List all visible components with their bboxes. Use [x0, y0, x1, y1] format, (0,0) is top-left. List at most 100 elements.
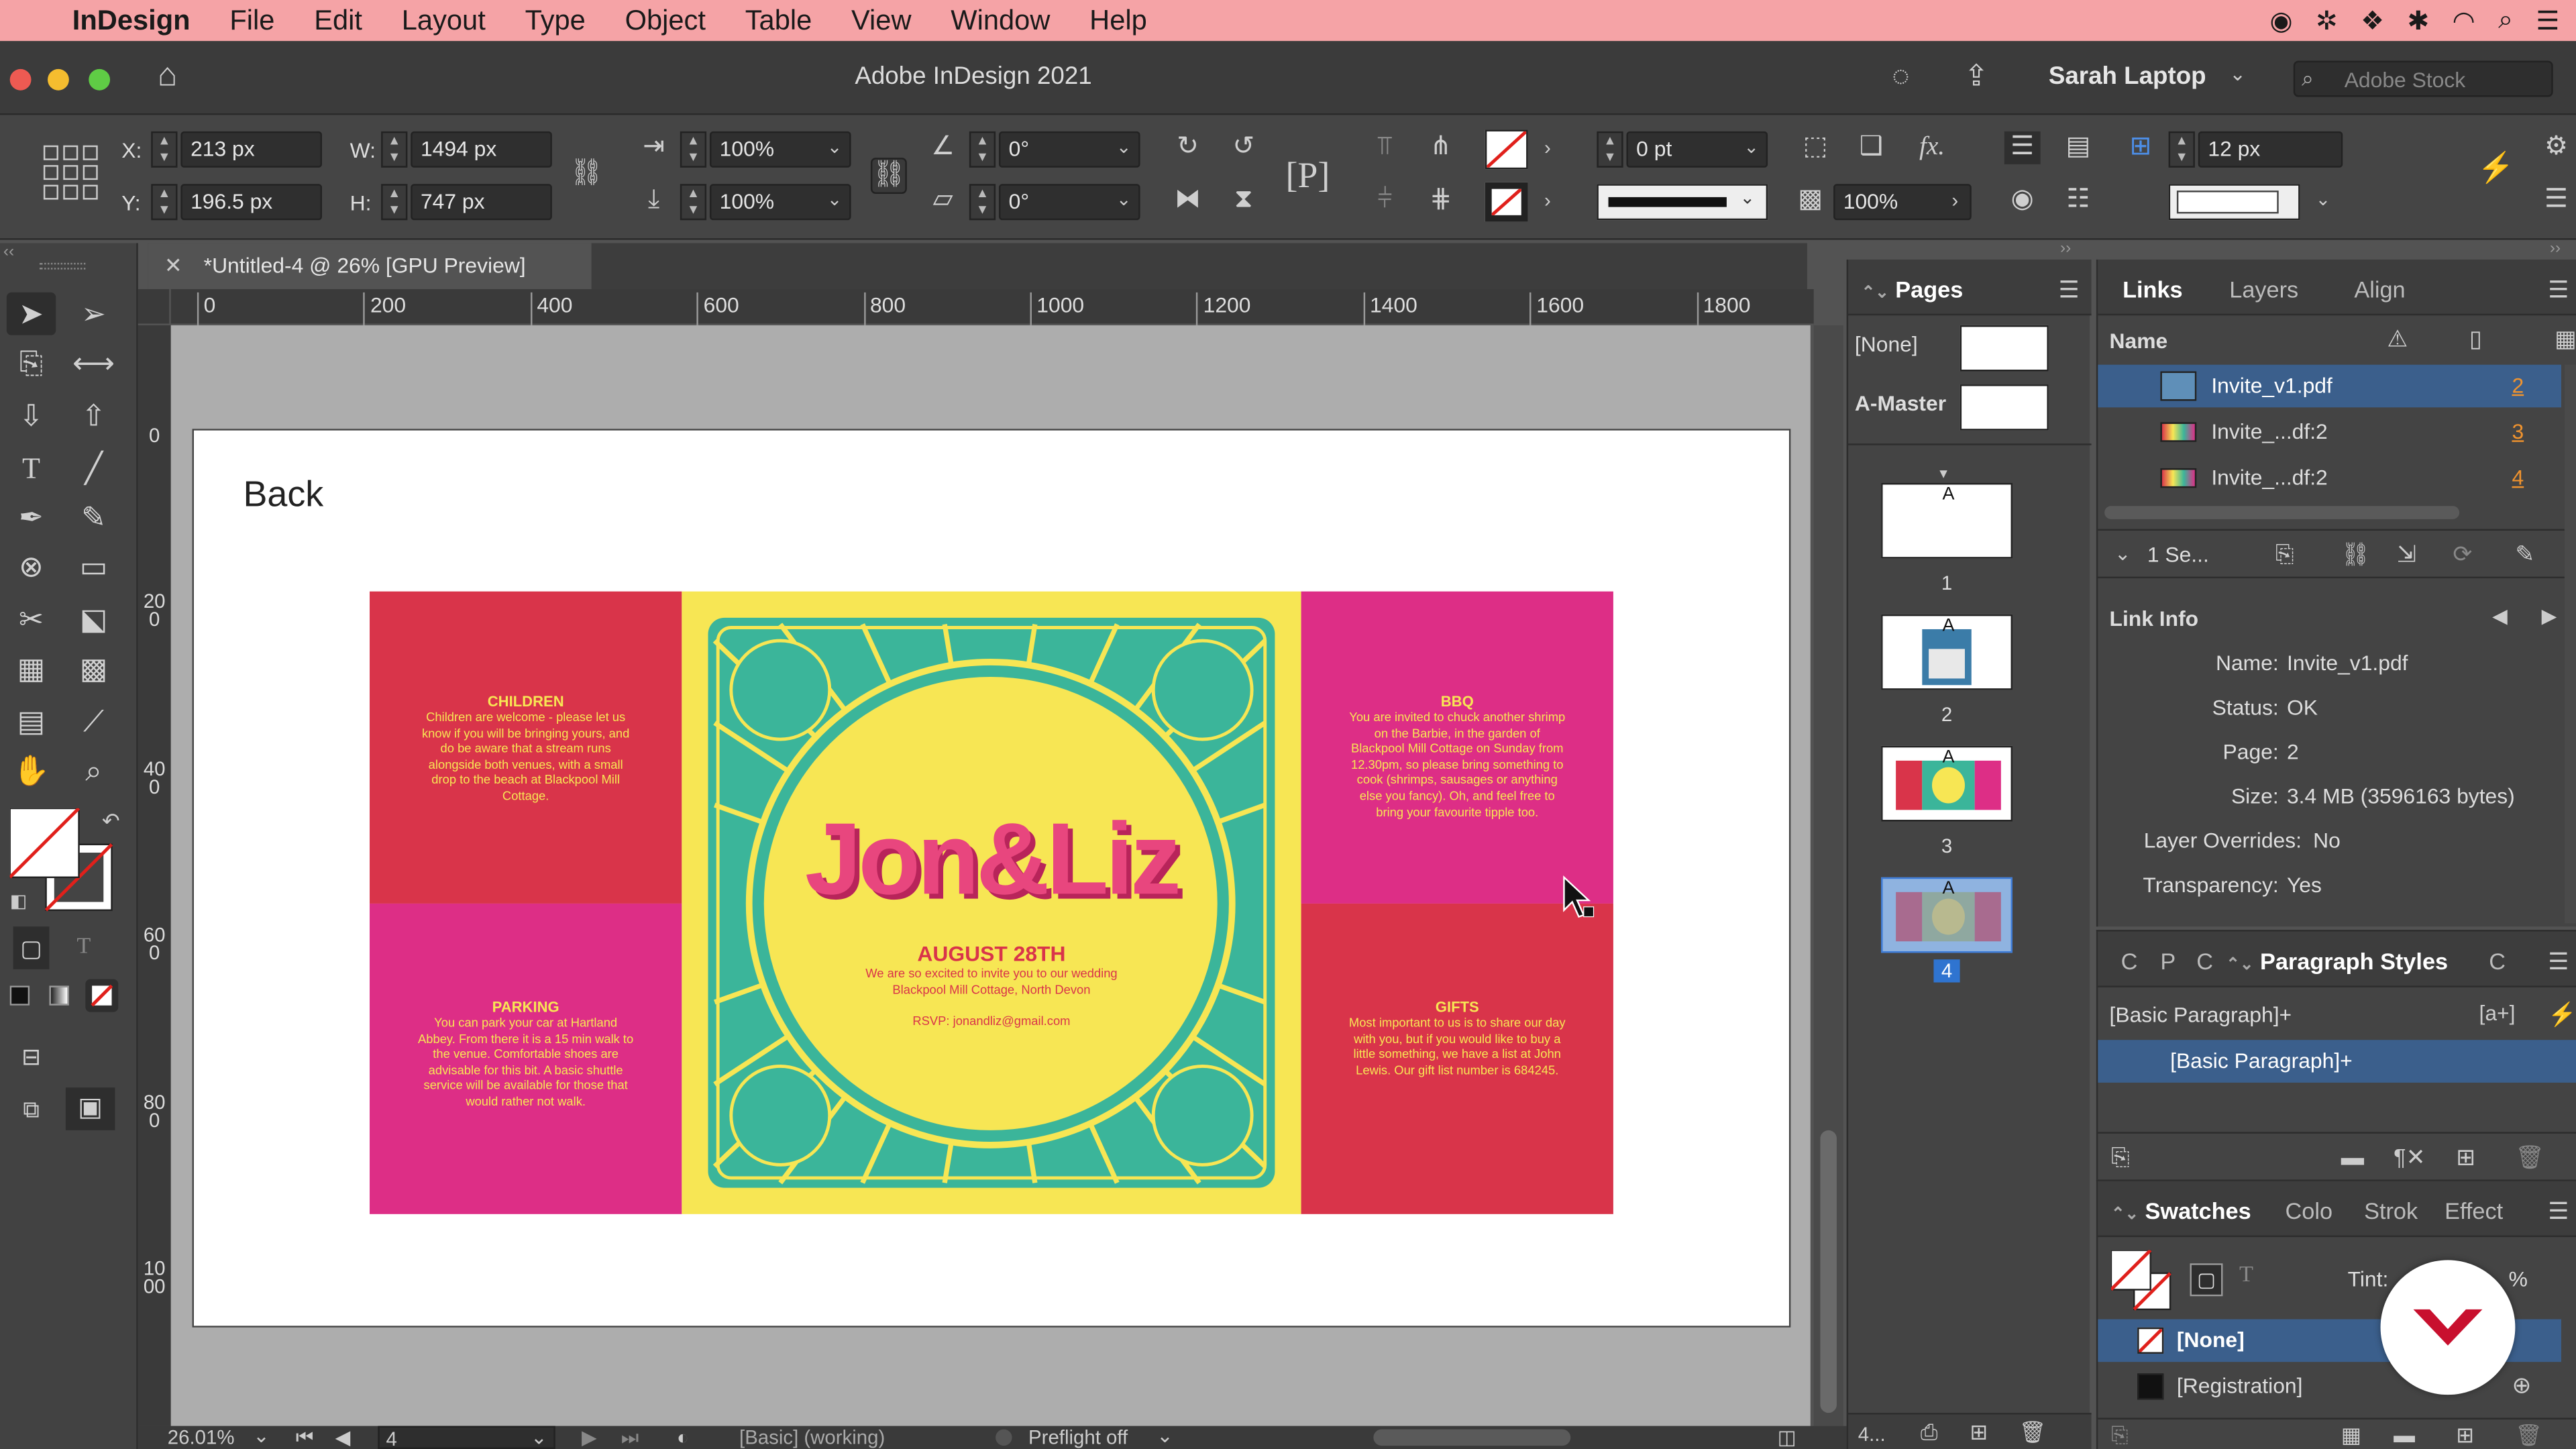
cc-libraries-tab[interactable]: C	[2196, 948, 2213, 974]
stroke-swatch[interactable]	[1485, 182, 1528, 222]
constrain-proportions-icon[interactable]: ⛓	[568, 158, 604, 191]
collapse-right-panels-icon[interactable]: ››	[2550, 240, 2561, 258]
apply-none-icon[interactable]	[85, 979, 119, 1012]
vertical-ruler[interactable]: 0 200 400 600 800 1000	[138, 325, 171, 1426]
clear-overrides-icon[interactable]: ¶✕	[2394, 1143, 2425, 1171]
fill-swatch[interactable]	[1485, 129, 1528, 170]
collapse-panels-icon[interactable]: ››	[2060, 240, 2071, 258]
preflight-dropdown-icon[interactable]: ⌄	[1157, 1424, 1173, 1447]
line-tool-icon[interactable]: ╱	[69, 447, 118, 490]
pen-tool-icon[interactable]: ✒	[7, 496, 56, 539]
link-row-1[interactable]: Invite_v1.pdf 2	[2098, 364, 2561, 408]
links-name-column-header[interactable]: Name	[2109, 329, 2167, 354]
scale-x-stepper[interactable]: ▲ ▼	[680, 131, 707, 168]
drop-shadow-icon[interactable]: ❑	[1853, 131, 1889, 164]
links-panel-menu-icon[interactable]: ☰	[2548, 276, 2569, 304]
rectangle-tool-icon[interactable]: ▭	[69, 545, 118, 588]
menu-layout[interactable]: Layout	[382, 4, 505, 37]
text-wrap-shape-icon[interactable]: ◉	[2004, 184, 2041, 217]
update-link-icon[interactable]: ⟳	[2453, 541, 2472, 569]
constrain-scale-icon[interactable]: ⛓	[870, 158, 907, 194]
character-styles-tab[interactable]: C	[2489, 948, 2506, 974]
menu-edit[interactable]: Edit	[294, 4, 382, 37]
page-thumb-1[interactable]: A	[1881, 483, 2013, 559]
frame-fitting-icon[interactable]: ⬚	[1797, 131, 1833, 164]
content-placer-icon[interactable]: ⇧	[69, 394, 118, 437]
stroke-dropdown-icon[interactable]: ›	[1534, 184, 1560, 217]
x-field[interactable]: 213 px	[180, 131, 323, 168]
stroke-tab[interactable]: Strok	[2364, 1197, 2418, 1224]
split-view-icon[interactable]: ◫	[1778, 1426, 1796, 1449]
object-style-preview[interactable]	[2168, 184, 2300, 221]
w-stepper[interactable]: ▲ ▼	[381, 131, 408, 168]
stroke-type-selector[interactable]: ⌄	[1597, 184, 1768, 221]
status-icon[interactable]: ✲	[2316, 4, 2338, 37]
paragraph-styles-menu-icon[interactable]: ☰	[2548, 948, 2569, 976]
none-master-label[interactable]: [None]	[1855, 332, 1918, 357]
page-number-field[interactable]: 4 ⌄	[378, 1426, 555, 1449]
y-stepper[interactable]: ▲ ▼	[151, 184, 178, 221]
links-page-column-icon[interactable]: ▯	[2469, 325, 2482, 354]
stroke-weight-stepper[interactable]: ▲ ▼	[1597, 131, 1623, 168]
quick-apply-icon[interactable]: ⚡	[2477, 151, 2514, 184]
content-collector-icon[interactable]: ⇩	[7, 394, 56, 437]
normal-mode-icon[interactable]: ⧉	[7, 1087, 56, 1130]
go-to-link-icon[interactable]: ⇲	[2397, 541, 2416, 569]
hand-tool-icon[interactable]: ✋	[7, 749, 56, 792]
swatches-tab[interactable]: ⌃⌄ Swatches	[2111, 1197, 2251, 1224]
menu-type[interactable]: Type	[505, 4, 605, 37]
menu-table[interactable]: Table	[725, 4, 831, 37]
delete-page-icon[interactable]: 🗑	[2019, 1419, 2046, 1446]
character-tab[interactable]: C	[2121, 948, 2138, 974]
screen-mode-grid-icon[interactable]: ⊟	[7, 1035, 56, 1078]
effects-fx-icon[interactable]: fx.	[1913, 131, 1952, 164]
note-tool-icon[interactable]: ▤	[7, 700, 56, 743]
edit-original-icon[interactable]: ✎	[2515, 541, 2534, 569]
h-stepper[interactable]: ▲ ▼	[381, 184, 408, 221]
page-tool-icon[interactable]: ⎘	[7, 341, 56, 384]
text-wrap-jump-icon[interactable]: ☷	[2060, 184, 2096, 217]
page-thumb-4[interactable]: A	[1881, 877, 2013, 953]
shear-stepper[interactable]: ▲ ▼	[969, 184, 996, 221]
h-field[interactable]: 747 px	[411, 184, 552, 221]
lightbulb-icon[interactable]: ◌	[1883, 59, 1919, 92]
settings-gear-icon[interactable]: ⚙	[2540, 131, 2573, 164]
text-wrap-box-icon[interactable]: ▤	[2060, 131, 2096, 164]
previous-page-icon[interactable]: ◀	[335, 1426, 351, 1449]
paragraph-tab[interactable]: P	[2160, 948, 2176, 974]
link-row-3[interactable]: Invite_...df:2 4	[2098, 457, 2561, 500]
zoom-level[interactable]: 26.01%	[168, 1426, 235, 1449]
open-page-icon[interactable]: ◐	[677, 1426, 689, 1449]
rotate-stepper[interactable]: ▲ ▼	[969, 131, 996, 168]
new-paragraph-style-icon[interactable]: ⊞	[2456, 1143, 2475, 1171]
flip-vertical-icon[interactable]: ⧗	[1226, 184, 1262, 217]
style-override-icon[interactable]: ⎘	[2111, 1143, 2129, 1171]
share-icon[interactable]: ⇪	[1958, 59, 1994, 92]
document-tab[interactable]: ✕ *Untitled-4 @ 26% [GPU Preview]	[148, 243, 592, 290]
tools-grip[interactable]	[39, 262, 86, 270]
text-wrap-none-icon[interactable]: ☰	[2004, 131, 2041, 164]
swatches-menu-icon[interactable]: ☰	[2548, 1197, 2569, 1226]
rectangle-frame-tool-icon[interactable]: ⊗	[7, 545, 56, 588]
expand-selection-icon[interactable]: ⌄	[2114, 542, 2131, 565]
free-transform-tool-icon[interactable]: ⬕	[69, 598, 118, 641]
collapse-tools-icon[interactable]: ‹‹	[3, 243, 14, 261]
fill-dropdown-icon[interactable]: ›	[1534, 131, 1560, 164]
zoom-dropdown-icon[interactable]: ⌄	[253, 1424, 270, 1447]
menu-help[interactable]: Help	[1070, 4, 1167, 37]
link-page[interactable]: 4	[2512, 465, 2524, 490]
next-page-icon[interactable]: ▶	[582, 1426, 597, 1449]
object-style-dropdown-icon[interactable]: ⌄	[2306, 184, 2339, 217]
scale-x-dropdown-icon[interactable]: ⌄	[818, 131, 851, 164]
control-panel-menu-icon[interactable]: ☰	[2540, 184, 2573, 217]
menu-object[interactable]: Object	[605, 4, 725, 37]
opacity-arrow-icon[interactable]: ›	[1942, 184, 1968, 217]
invite-artwork[interactable]: CHILDREN Children are welcome - please l…	[370, 591, 1613, 1214]
x-stepper[interactable]: ▲ ▼	[151, 131, 178, 168]
wifi-icon[interactable]: ◠	[2453, 4, 2475, 37]
eyedropper-tool-icon[interactable]: ⟋	[69, 700, 118, 743]
rotate-counterclockwise-icon[interactable]: ↺	[1226, 131, 1262, 164]
stroke-weight-dropdown-icon[interactable]: ⌄	[1735, 131, 1768, 164]
edit-page-size-icon[interactable]: ⎙	[1921, 1419, 1937, 1446]
links-status-column-icon[interactable]: ⚠	[2387, 325, 2408, 354]
